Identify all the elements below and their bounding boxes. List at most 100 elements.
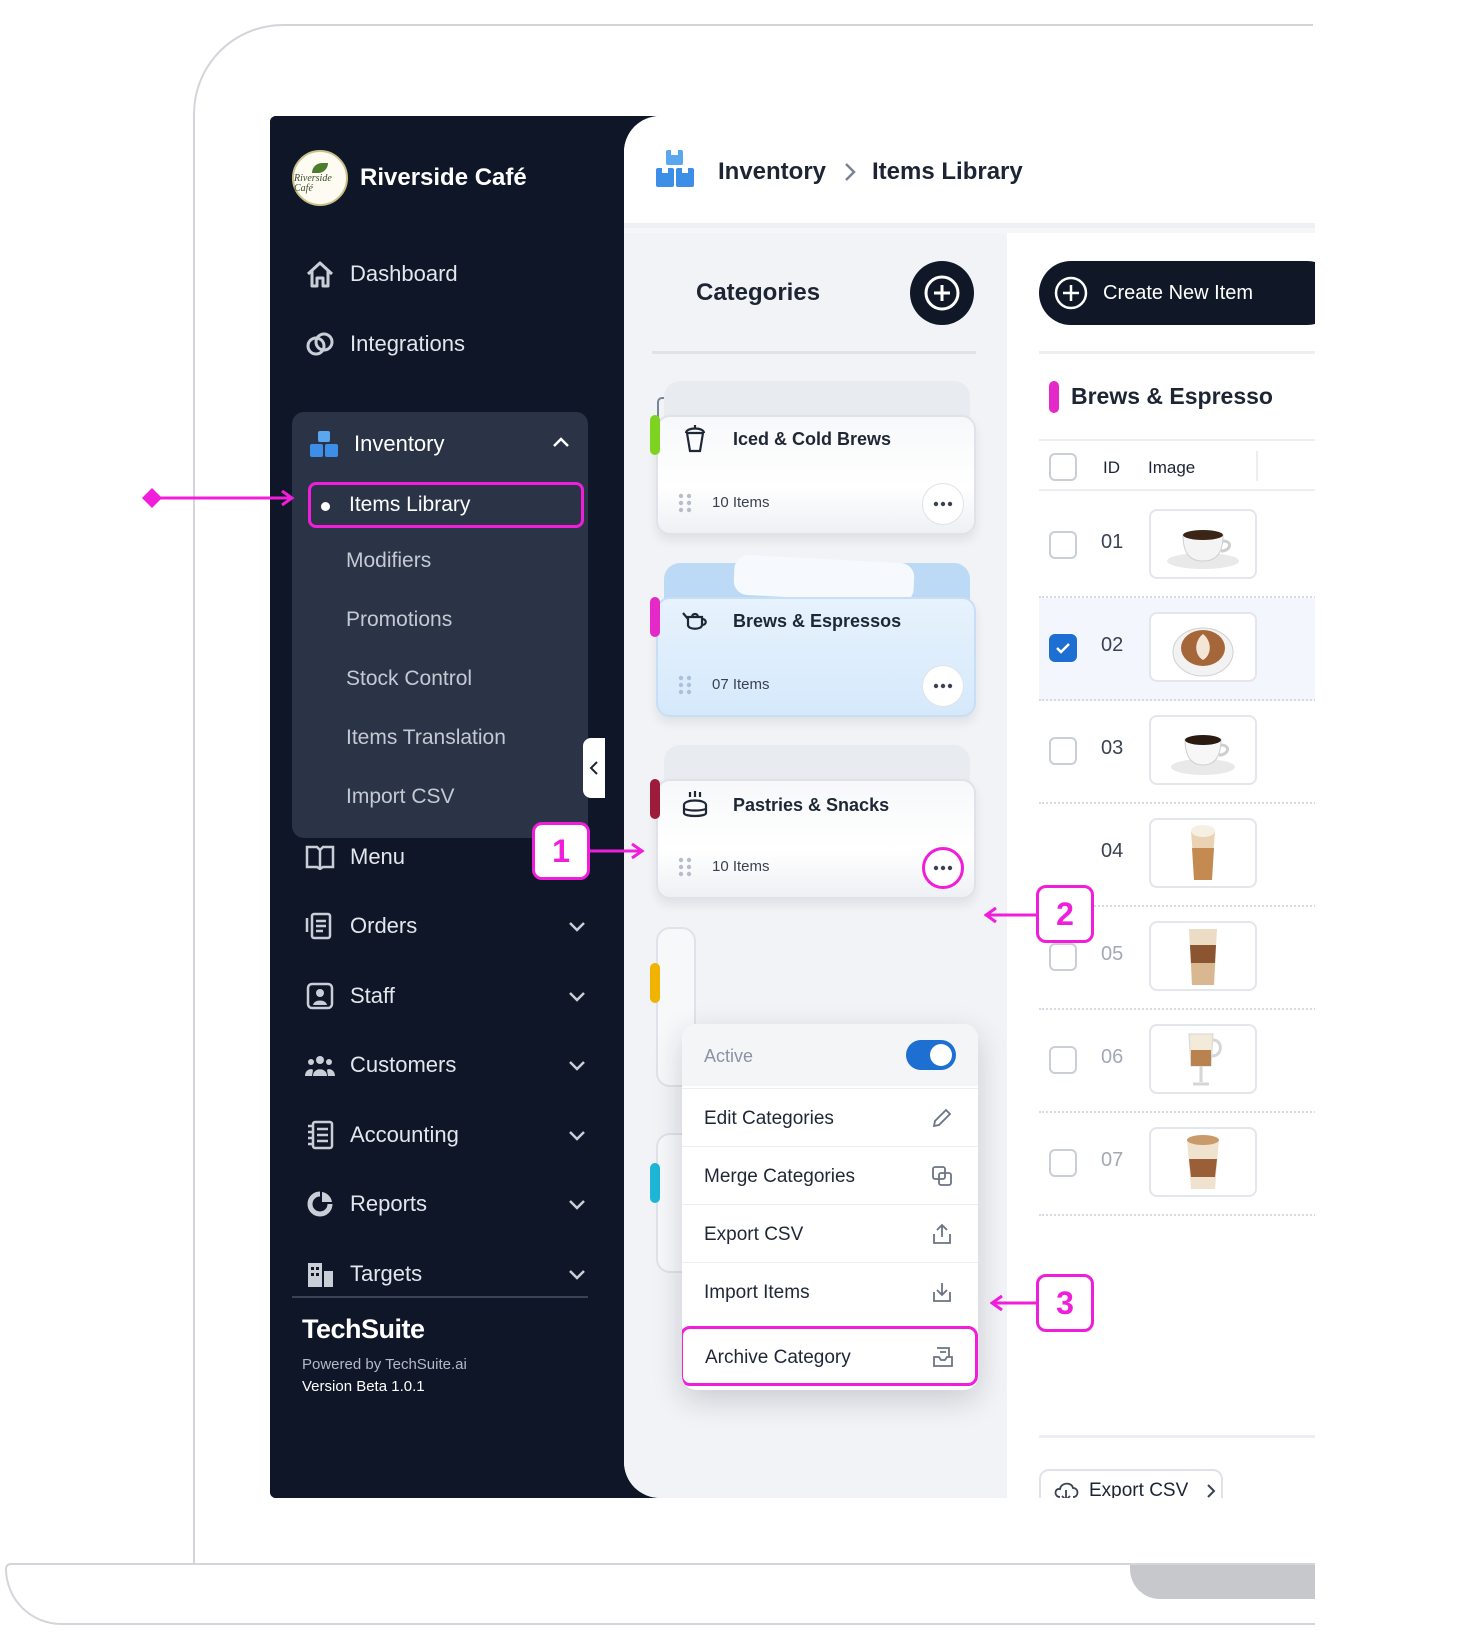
nav-menu[interactable]: Menu (304, 837, 405, 877)
nav-menu-label: Menu (350, 844, 406, 869)
row-id: 06 (1101, 1046, 1124, 1068)
add-category-button[interactable] (910, 261, 974, 325)
brand-logo: Riverside Café (292, 150, 348, 206)
column-header-id[interactable]: ID (1103, 458, 1120, 478)
breadcrumb-inventory[interactable]: Inventory (718, 158, 826, 186)
drag-handle-icon[interactable] (678, 857, 692, 877)
sub-item-items-library[interactable]: Items Library (308, 482, 584, 528)
nav-integrations-label: Integrations (350, 331, 465, 356)
chevron-down-icon[interactable] (566, 1263, 588, 1285)
annotation-arrow (142, 488, 295, 508)
ellipsis-icon (933, 865, 953, 871)
sidebar-collapse-button[interactable] (583, 738, 605, 798)
techsuite-logo: TechSuite (302, 1314, 425, 1344)
chevron-down-icon[interactable] (566, 1193, 588, 1215)
drag-handle-icon[interactable] (678, 493, 692, 513)
plus-circle-icon (1054, 276, 1088, 310)
category-color-bar (650, 597, 660, 637)
item-image (1149, 921, 1257, 991)
more-options-button[interactable] (922, 665, 964, 707)
export-csv-button[interactable]: Export CSV (1039, 1469, 1223, 1498)
version-text: Version Beta 1.0.1 (302, 1378, 425, 1395)
sub-item-promotions[interactable]: Promotions (346, 608, 452, 632)
chevron-right-icon (845, 163, 856, 181)
nav-reports-label: Reports (350, 1191, 428, 1216)
chevron-right-icon (1207, 1484, 1216, 1498)
coffee-cup-image (1167, 530, 1239, 569)
nav-integrations[interactable]: Integrations (304, 324, 465, 364)
menu-import-items[interactable]: Import Items (682, 1262, 978, 1320)
table-row[interactable]: 02 (1039, 598, 1315, 701)
pencil-icon (932, 1108, 952, 1128)
category-name: Brews & Espressos (733, 611, 902, 631)
nav-customers[interactable]: Customers (304, 1045, 456, 1085)
sub-item-import-csv[interactable]: Import CSV (346, 785, 455, 809)
table-row[interactable]: 06 (1039, 1010, 1315, 1113)
sub-item-items-translation[interactable]: Items Translation (346, 726, 506, 750)
nav-dashboard[interactable]: Dashboard (304, 254, 458, 294)
home-icon (304, 258, 336, 290)
app-screen: Riverside Café Riverside Café Dashboard … (270, 116, 1315, 1498)
category-card[interactable]: Iced & Cold Brews 10 Items (650, 381, 976, 535)
chevron-down-icon[interactable] (566, 1124, 588, 1146)
menu-export-csv[interactable]: Export CSV (682, 1204, 978, 1262)
category-card[interactable]: Brews & Espressos 07 Items (650, 554, 976, 717)
callout-3: 3 (1036, 1274, 1094, 1332)
more-options-button[interactable] (922, 483, 964, 525)
active-toggle[interactable] (906, 1040, 956, 1070)
nav-accounting[interactable]: Accounting (304, 1115, 459, 1155)
row-checkbox[interactable] (1049, 943, 1077, 971)
create-new-item-button[interactable]: Create New Item (1039, 261, 1315, 325)
table-row[interactable]: 01 (1039, 495, 1315, 598)
sub-item-modifiers[interactable]: Modifiers (346, 549, 431, 573)
category-context-menu: Active Edit Categories Merge Categories … (682, 1024, 978, 1390)
row-checkbox[interactable] (1049, 737, 1077, 765)
table-row[interactable]: 03 (1039, 701, 1315, 804)
nav-targets[interactable]: Targets (304, 1254, 422, 1294)
drag-handle-icon[interactable] (678, 675, 692, 695)
nav-dashboard-label: Dashboard (350, 261, 458, 286)
item-image (1149, 509, 1257, 579)
chevron-up-icon[interactable] (550, 432, 572, 454)
menu-archive-category[interactable]: Archive Category (682, 1326, 978, 1386)
menu-merge-categories[interactable]: Merge Categories (682, 1146, 978, 1204)
boxes-icon (656, 150, 694, 187)
select-all-checkbox[interactable] (1049, 453, 1077, 481)
row-checkbox-checked[interactable] (1049, 634, 1077, 662)
nav-inventory[interactable]: Inventory (308, 424, 445, 464)
row-id: 02 (1101, 634, 1124, 656)
row-checkbox[interactable] (1049, 531, 1077, 559)
annotation-arrow (590, 842, 645, 860)
ledger-icon (304, 1119, 336, 1151)
category-card[interactable]: Pastries & Snacks 10 Items (650, 745, 976, 899)
group-color-bar (1049, 381, 1059, 413)
latte-art-image (1172, 627, 1234, 677)
espresso-cup-image (1171, 735, 1235, 775)
more-options-button[interactable] (922, 847, 964, 889)
category-count: 07 Items (712, 676, 770, 693)
callout-1: 1 (532, 822, 590, 880)
items-divider (1039, 351, 1315, 354)
chevron-down-icon[interactable] (566, 985, 588, 1007)
sub-item-stock-control[interactable]: Stock Control (346, 667, 472, 691)
user-card-icon (304, 980, 336, 1012)
brand-logo-text: Riverside Café (294, 172, 332, 194)
categories-title: Categories (696, 279, 821, 306)
column-header-image[interactable]: Image (1148, 458, 1195, 478)
item-image (1149, 612, 1257, 682)
chevron-down-icon[interactable] (566, 1054, 588, 1076)
pie-icon (304, 1188, 336, 1220)
menu-edit-categories[interactable]: Edit Categories (682, 1088, 978, 1146)
row-checkbox[interactable] (1049, 1149, 1077, 1177)
item-image (1149, 1127, 1257, 1197)
chevron-down-icon[interactable] (566, 915, 588, 937)
nav-reports[interactable]: Reports (304, 1184, 427, 1224)
nav-orders[interactable]: Orders (304, 906, 417, 946)
table-row[interactable]: 07 (1039, 1113, 1315, 1216)
nav-staff[interactable]: Staff (304, 976, 395, 1016)
active-dot (321, 502, 330, 511)
row-checkbox[interactable] (1049, 1046, 1077, 1074)
annotation-arrow (990, 1294, 1038, 1312)
link-icon (304, 328, 336, 360)
cloud-download-icon (1054, 1482, 1079, 1498)
